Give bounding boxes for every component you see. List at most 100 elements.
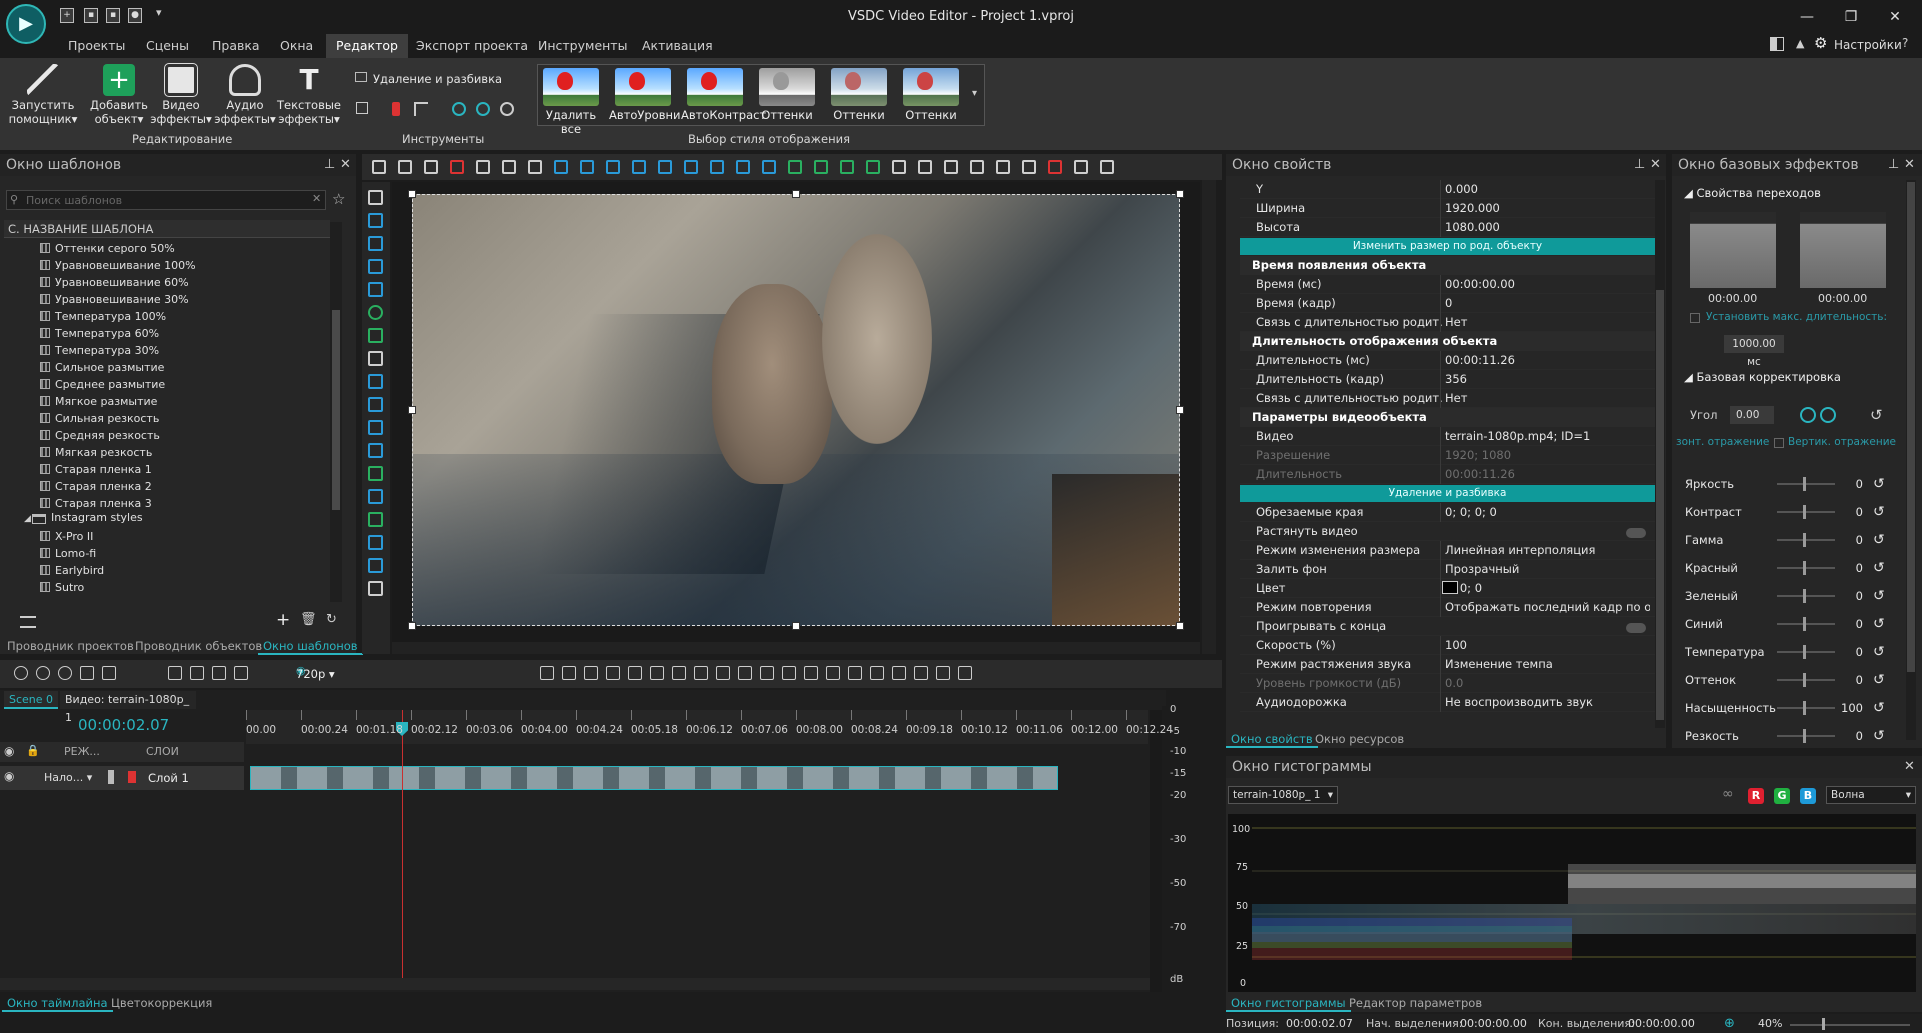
prop-split-button[interactable]: Удаление и разбивка	[1240, 485, 1655, 502]
snapshot-icon[interactable]	[80, 666, 94, 680]
fx-track[interactable]	[1777, 483, 1835, 485]
fx-value[interactable]: 0	[1835, 586, 1863, 606]
prop-row[interactable]: Длительность 00:00:11.26	[1240, 465, 1655, 484]
fx-knob[interactable]	[1803, 645, 1806, 659]
fx-value[interactable]: 0	[1835, 474, 1863, 494]
resize-by-parent-button[interactable]: Изменить размер по род. объекту	[1240, 238, 1655, 255]
fx-reset-icon[interactable]: ↺	[1873, 558, 1885, 578]
fit-icon[interactable]	[762, 160, 776, 174]
scissors-icon[interactable]	[372, 160, 386, 174]
fx-knob[interactable]	[1803, 505, 1806, 519]
monitor-icon[interactable]	[848, 666, 862, 680]
mirror-h-label[interactable]: зонт. отражение	[1676, 436, 1769, 448]
prop-value[interactable]: 1920.000	[1440, 199, 1650, 218]
line-tool-icon[interactable]	[368, 259, 383, 274]
fx-knob[interactable]	[1803, 561, 1806, 575]
templates-close-icon[interactable]: ✕	[340, 157, 351, 172]
fx-slider-7[interactable]: Оттенок 0 ↺	[1685, 670, 1895, 690]
refresh-templates-icon[interactable]: ↻	[326, 612, 337, 627]
angle-reset-icon[interactable]: ↺	[1870, 406, 1883, 424]
fx-value[interactable]: 100	[1835, 698, 1863, 718]
prop-value[interactable]: 0; 0; 0; 0	[1440, 503, 1650, 522]
timeline-zoom-icon[interactable]	[102, 666, 116, 680]
tab-color-correction[interactable]: Цветокоррекция	[106, 994, 217, 1012]
prop-value[interactable]: Прозрачный	[1440, 560, 1650, 579]
ellipse-tool-icon[interactable]	[368, 305, 383, 320]
mark-3-icon[interactable]	[782, 666, 796, 680]
resize-handle[interactable]	[1176, 190, 1184, 198]
last-icon[interactable]	[716, 666, 730, 680]
move-up-icon[interactable]	[788, 160, 802, 174]
template-item[interactable]: Средняя резкость	[40, 427, 160, 444]
template-item[interactable]: Оттенки серого 50%	[40, 240, 175, 257]
step-fwd-icon[interactable]	[672, 666, 686, 680]
dup-icon[interactable]	[914, 666, 928, 680]
template-item[interactable]: Уравновешивание 100%	[40, 257, 196, 274]
fx-slider-6[interactable]: Температура 0 ↺	[1685, 642, 1895, 662]
minimize-button[interactable]: —	[1792, 6, 1822, 28]
quality-select[interactable]: 720p ▾	[296, 667, 335, 681]
layer-row[interactable]	[0, 766, 244, 790]
tab-param-editor[interactable]: Редактор параметров	[1344, 994, 1487, 1012]
fx-reset-icon[interactable]: ↺	[1873, 614, 1885, 634]
prop-value[interactable]: 1920; 1080	[1440, 446, 1650, 465]
subtitle-tool-icon[interactable]	[368, 374, 383, 389]
channel-r-toggle[interactable]: R	[1748, 788, 1764, 804]
rotate-90-left-icon[interactable]	[1800, 407, 1816, 423]
fx-scroll-thumb[interactable]	[1907, 182, 1915, 672]
motion-tool-icon[interactable]	[368, 558, 383, 573]
template-item[interactable]: Сильная резкость	[40, 410, 159, 427]
person-tool-icon[interactable]	[368, 443, 383, 458]
fx-knob[interactable]	[1803, 701, 1806, 715]
prop-row[interactable]: Ширина 1920.000	[1240, 199, 1655, 218]
appear-section[interactable]: Время появления объекта	[1240, 256, 1655, 275]
in-icon[interactable]	[804, 666, 818, 680]
fx-track[interactable]	[1777, 651, 1835, 653]
prop-row[interactable]: Аудиодорожка Не воспроизводить звук	[1240, 693, 1655, 712]
template-item[interactable]: Уравновешивание 60%	[40, 274, 189, 291]
grid-icon[interactable]	[996, 160, 1010, 174]
align-middle-icon[interactable]	[658, 160, 672, 174]
resize-handle[interactable]	[408, 406, 416, 414]
fx-track[interactable]	[1777, 511, 1835, 513]
next-icon[interactable]	[694, 666, 708, 680]
prop-row[interactable]: Режим изменения размера Линейная интерпол…	[1240, 541, 1655, 560]
prop-row[interactable]: Время (кадр) 0	[1240, 294, 1655, 313]
histogram-source-select[interactable]: terrain-1080p_ 1 ▾	[1228, 786, 1338, 804]
prop-value[interactable]: Линейная интерполяция	[1440, 541, 1650, 560]
trans-icon[interactable]	[936, 666, 950, 680]
tab-project-explorer[interactable]: Проводник проектов	[2, 637, 139, 655]
fx-slider-0[interactable]: Яркость 0 ↺	[1685, 474, 1895, 494]
fx-value[interactable]: 0	[1835, 614, 1863, 634]
collapse-ribbon-icon[interactable]: ▲	[1796, 37, 1804, 50]
align-center-icon[interactable]	[580, 160, 594, 174]
prop-value[interactable]: 0.000	[1440, 180, 1650, 199]
gear-icon[interactable]	[1100, 160, 1114, 174]
resize-handle[interactable]	[408, 622, 416, 630]
tab-object-explorer[interactable]: Проводник объектов	[130, 637, 267, 655]
zoom-slider-knob[interactable]	[1822, 1018, 1825, 1030]
menu-windows[interactable]: Окна	[270, 34, 323, 58]
fx-track[interactable]	[1777, 595, 1835, 597]
fx-slider-9[interactable]: Резкость 0 ↺	[1685, 726, 1895, 746]
fill-icon[interactable]	[1048, 160, 1062, 174]
spectrum-tool-icon[interactable]	[368, 535, 383, 550]
channel-b-toggle[interactable]: B	[1800, 788, 1816, 804]
prop-value[interactable]: Нет	[1440, 389, 1650, 408]
fx-value[interactable]: 0	[1835, 670, 1863, 690]
rect-2-tool-icon[interactable]	[368, 236, 383, 251]
delete-template-icon[interactable]: 🗑	[300, 612, 317, 627]
resize-handle[interactable]	[792, 622, 800, 630]
text-tool-icon[interactable]	[368, 351, 383, 366]
video-effects-button[interactable]: Видео эффекты▾	[146, 63, 216, 130]
mark-1-icon[interactable]	[738, 666, 752, 680]
preview-v-scroll[interactable]	[1202, 180, 1216, 654]
first-icon[interactable]	[562, 666, 576, 680]
prop-value[interactable]: Отображать последний кадр по оконч	[1440, 598, 1650, 617]
menu-export[interactable]: Экспорт проекта	[406, 34, 538, 58]
audio-tool-icon[interactable]	[368, 489, 383, 504]
prop-value[interactable]: 0	[1440, 294, 1650, 313]
add-template-icon[interactable]: +	[276, 610, 290, 630]
template-item[interactable]: Мягкое размытие	[40, 393, 157, 410]
clip-tab[interactable]: Видео: terrain-1080p_ 1	[60, 691, 196, 724]
